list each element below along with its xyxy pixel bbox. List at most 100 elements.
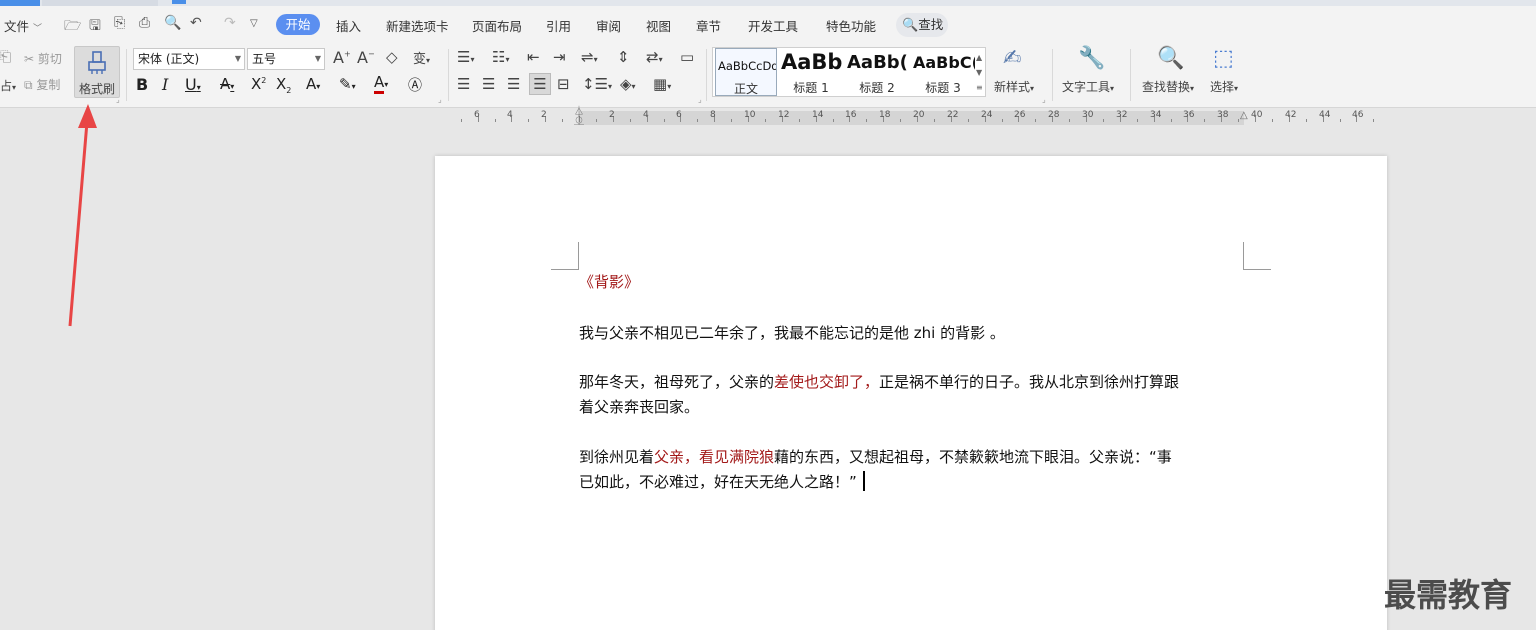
style-heading-2[interactable]: AaBb( 标题 2 bbox=[845, 48, 909, 96]
ruler-label: 36 bbox=[1183, 110, 1195, 120]
new-style-icon[interactable]: ✍ bbox=[1003, 46, 1021, 71]
tab-references[interactable]: 引用 bbox=[546, 16, 571, 35]
wrench-icon[interactable]: 🔧 bbox=[1078, 46, 1105, 71]
superscript-button[interactable]: X2 bbox=[251, 75, 266, 93]
chinese-layout-icon[interactable]: ⇌▾ bbox=[581, 48, 598, 66]
style-heading-1[interactable]: AaBb 标题 1 bbox=[779, 48, 843, 96]
text-direction-icon[interactable]: ⇕ bbox=[617, 48, 630, 66]
increase-indent-icon[interactable]: ⇥ bbox=[553, 48, 566, 66]
ruler-tick bbox=[934, 119, 935, 122]
highlight-icon[interactable]: ✎▾ bbox=[339, 75, 356, 93]
paste-icon[interactable]: ⎗ bbox=[0, 49, 11, 65]
paragraph-3-line-1[interactable]: 到徐州见着父亲，看见满院狼藉的东西，又想起祖母，不禁簌簌地流下眼泪。父亲说：“事 bbox=[579, 446, 1172, 467]
ruler-label: 44 bbox=[1319, 110, 1331, 120]
ruler-tick bbox=[461, 119, 462, 122]
decrease-indent-icon[interactable]: ⇤ bbox=[527, 48, 540, 66]
tab-insert[interactable]: 插入 bbox=[336, 16, 361, 35]
style-preview: AaBbCcDd bbox=[718, 59, 777, 73]
ruler-label: 8 bbox=[710, 110, 716, 120]
separator bbox=[126, 49, 127, 101]
quick-access-dropdown-icon[interactable]: ▽ bbox=[250, 18, 258, 29]
sort-icon[interactable]: ⇄▾ bbox=[646, 48, 663, 66]
font-size-select[interactable]: 五号 ▼ bbox=[247, 48, 325, 70]
tab-developer[interactable]: 开发工具 bbox=[748, 16, 798, 35]
italic-button[interactable]: I bbox=[162, 75, 168, 94]
annotation-arrow-icon bbox=[68, 104, 97, 327]
paste-label[interactable]: 占▾ bbox=[0, 77, 16, 94]
undo-icon[interactable]: ↶ bbox=[190, 15, 202, 31]
text-effect-button[interactable]: A▾ bbox=[306, 75, 320, 93]
align-right-icon[interactable]: ☰ bbox=[507, 75, 520, 93]
grow-font-icon[interactable]: A+ bbox=[333, 48, 351, 67]
styles-scroll[interactable]: ▲ ▼ ≡ bbox=[976, 50, 983, 95]
font-color-button[interactable]: A▾ bbox=[374, 73, 388, 94]
menu-file[interactable]: 文件 ﹀ bbox=[4, 16, 42, 35]
font-name-select[interactable]: 宋体 (正文) ▼ bbox=[133, 48, 245, 70]
ruler-tick bbox=[1069, 119, 1070, 122]
paragraph-dialog-launcher[interactable]: ⌟ bbox=[698, 95, 702, 104]
indent-marker[interactable]: ⏃ ⏂ bbox=[574, 108, 584, 127]
print-icon[interactable]: ⎙ bbox=[139, 15, 150, 31]
select-icon[interactable]: ⬚ bbox=[1213, 46, 1234, 71]
shrink-font-icon[interactable]: A− bbox=[357, 48, 375, 67]
tab-chapter[interactable]: 章节 bbox=[696, 16, 721, 35]
align-center-icon[interactable]: ☰ bbox=[482, 75, 495, 93]
horizontal-ruler[interactable]: 6 4 2 2 4 6 8 10 12 14 16 18 20 22 24 26 28 30 32 34 36 38 40 4… bbox=[0, 108, 1536, 128]
find-replace-button[interactable]: 查找替换▾ bbox=[1142, 78, 1194, 95]
tab-view[interactable]: 视图 bbox=[646, 16, 671, 35]
strikethrough-button[interactable]: A▾ bbox=[220, 75, 234, 93]
print-preview-icon[interactable]: 🔍 bbox=[164, 15, 181, 31]
search-command[interactable]: 🔍查找 bbox=[896, 13, 948, 37]
redo-icon[interactable]: ↷ bbox=[224, 15, 236, 31]
paragraph-3-line-2[interactable]: 已如此，不必难过，好在天无绝人之路！” bbox=[579, 471, 865, 492]
justify-icon[interactable]: ☰ bbox=[529, 73, 551, 95]
style-heading-3[interactable]: AaBbC( 标题 3 bbox=[911, 48, 975, 96]
ruler-tick bbox=[630, 119, 631, 122]
save-icon[interactable]: 🖫 bbox=[89, 15, 101, 39]
borders-icon[interactable]: ▦▾ bbox=[653, 75, 671, 93]
clear-format-icon[interactable]: ◇ bbox=[386, 48, 398, 66]
text-tools-button[interactable]: 文字工具▾ bbox=[1062, 78, 1114, 95]
clipboard-dialog-launcher[interactable]: ⌟ bbox=[116, 95, 120, 104]
ruler-label: 6 bbox=[676, 110, 682, 120]
style-normal[interactable]: AaBbCcDd 正文 bbox=[715, 48, 777, 96]
document-page[interactable] bbox=[435, 156, 1387, 630]
export-icon[interactable]: ⎘ bbox=[114, 15, 125, 31]
tab-review[interactable]: 审阅 bbox=[596, 16, 621, 35]
document-title[interactable]: 《背影》 bbox=[579, 271, 639, 292]
tab-home[interactable]: 开始 bbox=[276, 14, 320, 35]
phonetic-guide-icon[interactable]: 变▾ bbox=[413, 48, 430, 67]
shading-icon[interactable]: ◈▾ bbox=[620, 75, 636, 93]
tab-new-tab[interactable]: 新建选项卡 bbox=[386, 16, 449, 35]
distributed-align-icon[interactable]: ⊟ bbox=[557, 75, 570, 93]
align-left-icon[interactable]: ☰ bbox=[457, 75, 470, 93]
character-border-icon[interactable]: Ⓐ bbox=[408, 75, 422, 95]
ruler-tick bbox=[833, 119, 834, 122]
tab-special-features[interactable]: 特色功能 bbox=[826, 16, 876, 35]
paragraph-2-line-2[interactable]: 着父亲奔丧回家。 bbox=[579, 396, 699, 417]
separator bbox=[1052, 49, 1053, 101]
ruler-label: 40 bbox=[1251, 110, 1263, 120]
paintbrush-icon bbox=[88, 51, 106, 74]
underline-button[interactable]: U▾ bbox=[185, 75, 201, 94]
paragraph-2-line-1[interactable]: 那年冬天，祖母死了，父亲的差使也交卸了，正是祸不单行的日子。我从北京到徐州打算跟 bbox=[579, 371, 1179, 392]
bullet-list-icon[interactable]: ☰▾ bbox=[457, 48, 474, 66]
ruler-label: 16 bbox=[845, 110, 857, 120]
tab-page-layout[interactable]: 页面布局 bbox=[472, 16, 522, 35]
numbered-list-icon[interactable]: ☷▾ bbox=[492, 48, 509, 66]
paragraph-1[interactable]: 我与父亲不相见已二年余了，我最不能忘记的是他 zhi 的背影 。 bbox=[579, 322, 1005, 343]
find-replace-icon[interactable]: 🔍 bbox=[1157, 46, 1184, 71]
select-button[interactable]: 选择▾ bbox=[1210, 78, 1238, 95]
styles-dialog-launcher[interactable]: ⌟ bbox=[1042, 95, 1046, 104]
bold-button[interactable]: B bbox=[136, 75, 148, 94]
font-dialog-launcher[interactable]: ⌟ bbox=[438, 95, 442, 104]
new-style-button[interactable]: 新样式▾ bbox=[994, 78, 1034, 95]
copy-button[interactable]: ⧉ 复制 bbox=[24, 76, 60, 93]
subscript-button[interactable]: X2 bbox=[276, 75, 291, 95]
right-indent-marker[interactable]: △ bbox=[1240, 110, 1248, 121]
cut-button[interactable]: ✂ 剪切 bbox=[24, 50, 62, 67]
line-spacing-icon[interactable]: ↕☰▾ bbox=[582, 75, 612, 93]
open-icon[interactable]: 🗁 bbox=[64, 15, 81, 39]
format-painter-button[interactable]: 格式刷 bbox=[74, 46, 120, 98]
show-marks-icon[interactable]: ▭ bbox=[680, 48, 694, 66]
